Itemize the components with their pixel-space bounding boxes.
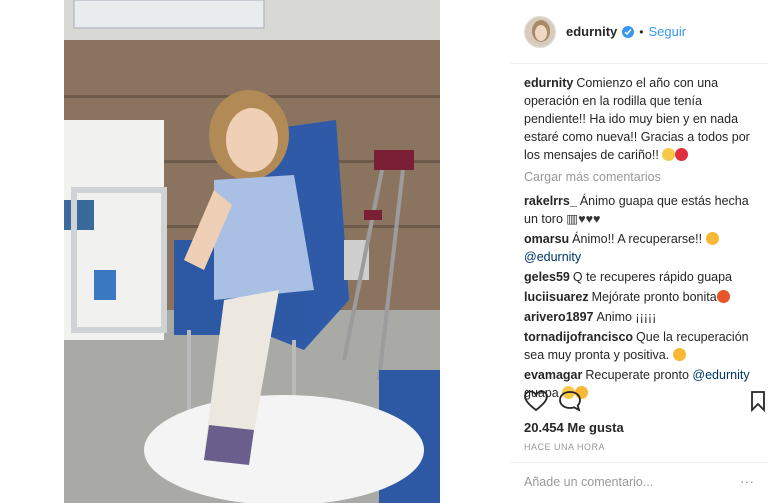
add-comment-input[interactable]: Añade un comentario... ···	[510, 462, 768, 501]
add-comment-placeholder: Añade un comentario...	[524, 475, 654, 489]
comments-list: edurnity Comienzo el año con una operació…	[524, 74, 764, 404]
action-bar	[524, 388, 768, 416]
timestamp: HACE UNA HORA	[524, 442, 606, 452]
comment-item: luciisuarez Mejórate pronto bonita	[524, 288, 764, 306]
comment-text: Mejórate pronto bonita	[591, 290, 717, 304]
username[interactable]: edurnity	[566, 24, 617, 39]
caption: edurnity Comienzo el año con una operació…	[524, 74, 764, 164]
avatar[interactable]	[524, 15, 556, 48]
follow-button[interactable]: Seguir	[649, 24, 687, 39]
heart-emoji-icon	[675, 148, 689, 161]
comment-item: arivero1897 Animo ¡¡¡¡¡	[524, 308, 764, 326]
heart-icon[interactable]	[524, 390, 548, 417]
post-sidebar: edurnity • Seguir edurnity Comienzo el añ…	[510, 0, 768, 503]
comment-user[interactable]: edurnity	[524, 76, 573, 90]
comment-item: omarsu Ánimo!! A recuperarse!! @edurnity	[524, 230, 764, 266]
emoji-hearts-icon: ▥♥♥♥	[566, 212, 601, 226]
smile-emoji-icon	[662, 148, 676, 161]
comment-item: rakelrrs_ Ánimo guapa que estás hecha un …	[524, 192, 764, 228]
comment-user[interactable]: evamagar	[524, 368, 582, 382]
comment-user[interactable]: rakelrrs_	[524, 194, 577, 208]
likes-count[interactable]: 20.454 Me gusta	[524, 420, 624, 435]
comment-item: tornadijofrancisco Que la recuperación se…	[524, 328, 764, 364]
comment-icon[interactable]	[558, 390, 582, 417]
separator-dot: •	[639, 24, 644, 39]
comment-text: Ánimo!! A recuperarse!!	[572, 232, 703, 246]
comment-user[interactable]: luciisuarez	[524, 290, 589, 304]
comment-user[interactable]: omarsu	[524, 232, 569, 246]
heart-emoji-icon	[716, 290, 730, 303]
comment-user[interactable]: tornadijofrancisco	[524, 330, 633, 344]
load-more-comments[interactable]: Cargar más comentarios	[524, 168, 764, 186]
comment-user[interactable]: geles59	[524, 270, 570, 284]
post-photo-illustration	[64, 0, 440, 503]
comment-mention[interactable]: @edurnity	[524, 250, 581, 264]
post-header: edurnity • Seguir	[510, 0, 768, 64]
verified-badge-icon	[622, 25, 635, 38]
comment-item: geles59 Q te recuperes rápido guapa	[524, 268, 764, 286]
post-photo[interactable]	[64, 0, 440, 503]
comment-text: Animo ¡¡¡¡¡	[596, 310, 657, 324]
comment-user[interactable]: arivero1897	[524, 310, 594, 324]
wink-emoji-icon	[705, 232, 719, 245]
comment-text: Recuperate pronto	[585, 368, 689, 382]
bookmark-icon[interactable]	[750, 390, 766, 417]
comment-text: Q te recuperes rápido guapa	[572, 270, 733, 284]
comment-mention[interactable]: @edurnity	[692, 368, 749, 382]
more-icon[interactable]: ···	[740, 473, 754, 489]
kiss-emoji-icon	[672, 348, 686, 361]
